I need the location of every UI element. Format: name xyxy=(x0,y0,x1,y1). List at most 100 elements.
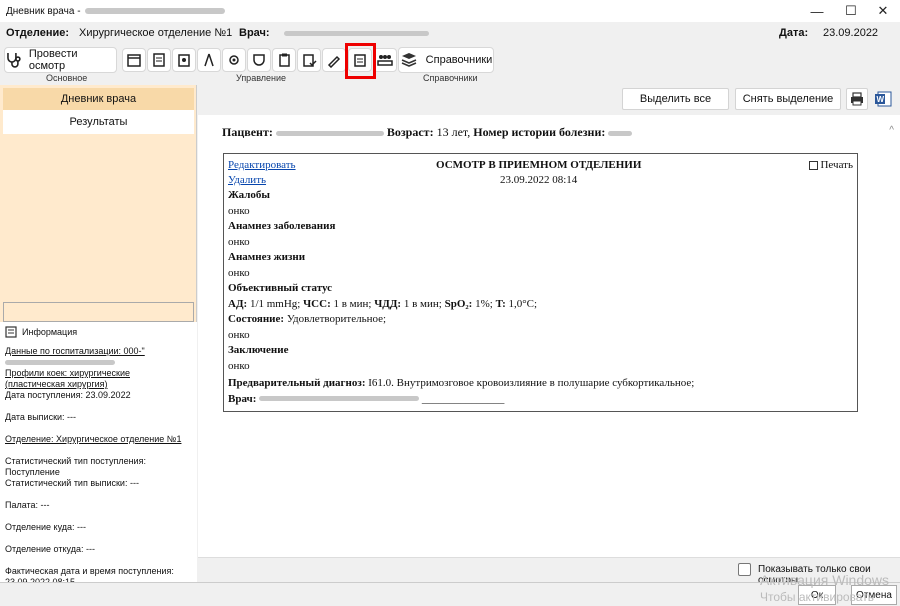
window-title: Дневник врача - xyxy=(6,5,81,17)
watermark-line-1: Активация Windows xyxy=(760,572,890,588)
age-label: Возраст: xyxy=(386,125,434,139)
exam-datetime: 23.09.2022 08:14 xyxy=(500,174,578,186)
delete-link[interactable]: Удалить xyxy=(228,174,266,186)
anamnesis-text: онко xyxy=(228,235,250,248)
spo2-label: SpO₂: xyxy=(444,297,473,310)
stat-type-in-value: Поступление xyxy=(5,467,60,477)
info-panel: Информация Данные по госпитализации: 000… xyxy=(0,322,197,587)
state-note: онко xyxy=(228,328,250,341)
exam-card: Редактировать ОСМОТР В ПРИЕМНОМ ОТДЕЛЕНИ… xyxy=(223,153,858,412)
redacted-text xyxy=(84,8,225,14)
gear-doc-icon[interactable] xyxy=(222,48,246,72)
complaints-text: онко xyxy=(228,204,250,217)
scroll-up-icon[interactable]: ^ xyxy=(889,125,894,136)
minimize-button[interactable]: — xyxy=(800,0,834,22)
highlight-box xyxy=(345,43,376,79)
deselect-button[interactable]: Снять выделение xyxy=(735,88,841,110)
group-caption-basic: Основное xyxy=(46,73,88,83)
ribbon-icon[interactable] xyxy=(197,48,221,72)
group-caption-reference: Справочники xyxy=(423,73,478,83)
edit-link[interactable]: Редактировать xyxy=(228,159,296,171)
patient-line: Пацвент: Возраст: 13 лет, Номер истории … xyxy=(222,125,633,140)
date-label: Дата: xyxy=(779,27,809,39)
stat-type-out: Статистический тип выписки: --- xyxy=(5,478,139,488)
dept-from: Отделение откуда: --- xyxy=(5,544,95,554)
shield-add-icon[interactable] xyxy=(247,48,271,72)
clipboard-icon[interactable] xyxy=(272,48,296,72)
group-caption-manage: Управление xyxy=(236,73,287,83)
discharge-date: Дата выписки: --- xyxy=(5,412,77,422)
reference-button-label: Справочники xyxy=(425,54,493,66)
life-heading: Анамнез жизни xyxy=(228,251,306,263)
info-doc-icon xyxy=(5,326,17,338)
bp-value: 1/1 mmHg; xyxy=(249,297,301,310)
ward: Палата: --- xyxy=(5,500,50,510)
conclusion-text: онко xyxy=(228,359,250,372)
state-line: Состояние: Удовлетворительное; xyxy=(228,312,853,328)
temp-label: T: xyxy=(495,297,506,310)
clipboard-check-icon[interactable] xyxy=(297,48,321,72)
print-checkbox[interactable]: Печать xyxy=(809,158,853,174)
sidebar: Дневник врача Результаты Информация Данн… xyxy=(0,85,197,587)
exam-button-label: Провести осмотр xyxy=(28,48,78,72)
windows-activation-watermark: Активация Windows Чтобы активировать Win… xyxy=(760,572,900,606)
bed-profile-link[interactable]: Профили коек: хирургические (пластическа… xyxy=(5,368,192,390)
toolbar: Провести осмотр Основное Управление Спра… xyxy=(0,44,900,84)
actual-admission-label: Фактическая дата и время поступления: xyxy=(5,566,174,576)
bp-label: АД: xyxy=(228,297,248,310)
svg-text:W: W xyxy=(877,95,885,104)
print-checkbox-box[interactable] xyxy=(809,161,819,171)
main-toolbar: Выделить все Снять выделение W xyxy=(198,85,900,115)
group-people-icon[interactable] xyxy=(373,48,397,72)
redacted-doctor xyxy=(284,31,429,36)
maximize-button[interactable]: ☐ xyxy=(834,0,868,22)
watermark-line-2: Чтобы активировать Windo xyxy=(760,590,874,604)
diagnosis-value: I61.0. Внутримозговое кровоизлияние в по… xyxy=(368,377,695,389)
only-mine-checkbox[interactable] xyxy=(738,563,751,576)
reference-button[interactable]: Справочники xyxy=(398,47,494,73)
info-bar: Отделение: Хирургическое отделение №1 Вр… xyxy=(0,22,900,44)
life-text: онко xyxy=(228,266,250,279)
print-checkbox-label: Печать xyxy=(820,159,853,171)
close-button[interactable]: ✕ xyxy=(866,0,900,22)
spo2-value: 1%; xyxy=(475,297,493,310)
rr-value: 1 в мин; xyxy=(403,297,442,310)
department-label: Отделение: xyxy=(6,27,70,39)
signature-line: _______________ xyxy=(421,392,505,405)
sidebar-item-results[interactable]: Результаты xyxy=(3,110,194,134)
print-icon[interactable] xyxy=(846,88,868,110)
hr-label: ЧСС: xyxy=(303,297,331,310)
word-icon[interactable]: W xyxy=(872,88,894,110)
hospitalization-link[interactable]: Данные по госпитализации: 000-" xyxy=(5,346,192,357)
diagnosis-label: Предварительный диагноз: xyxy=(228,377,366,389)
books-icon xyxy=(401,53,416,67)
vitals-line: АД: 1/1 mmHg; ЧСС: 1 в мин; ЧДД: 1 в мин… xyxy=(228,297,853,313)
redacted-history xyxy=(608,130,633,136)
redacted-exam-doctor xyxy=(259,396,420,402)
department-link[interactable]: Отделение: Хирургическое отделение №1 xyxy=(5,434,192,445)
sidebar-header[interactable]: Дневник врача xyxy=(3,88,194,110)
calendar-doc-icon[interactable] xyxy=(122,48,146,72)
dept-to: Отделение куда: --- xyxy=(5,522,87,532)
age-value: 13 лет, xyxy=(436,125,471,139)
exam-title: ОСМОТР В ПРИЕМНОМ ОТДЕЛЕНИИ xyxy=(436,159,642,171)
doctor-label: Врач: xyxy=(239,27,270,39)
stat-type-in-label: Статистический тип поступления: xyxy=(5,456,146,466)
document-edit-icon[interactable] xyxy=(147,48,171,72)
patient-label: Пацвент: xyxy=(222,125,273,139)
select-all-button[interactable]: Выделить все xyxy=(622,88,729,110)
conclusion-heading: Заключение xyxy=(228,344,289,356)
admission-date: Дата поступления: 23.09.2022 xyxy=(5,390,131,400)
clipboard-user-icon[interactable] xyxy=(172,48,196,72)
info-title: Информация xyxy=(5,326,192,338)
state-value: Удовлетворительное; xyxy=(286,313,387,325)
complaints-heading: Жалобы xyxy=(228,189,270,201)
redacted-patient xyxy=(275,130,384,136)
history-label: Номер истории болезни: xyxy=(473,125,606,139)
temp-value: 1,0°C; xyxy=(508,297,538,310)
exam-button[interactable]: Провести осмотр xyxy=(4,47,117,73)
pen-add-icon[interactable] xyxy=(322,48,346,72)
hr-value: 1 в мин; xyxy=(333,297,372,310)
exam-doctor-label: Врач: xyxy=(228,392,257,405)
stethoscope-icon xyxy=(7,53,21,68)
